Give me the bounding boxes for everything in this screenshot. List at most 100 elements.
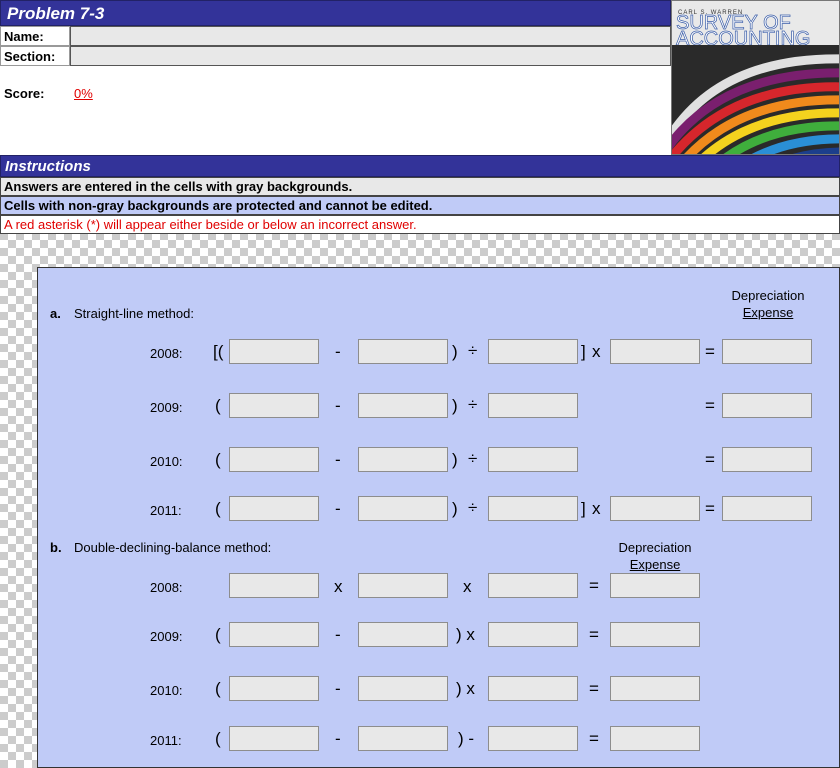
open-bracket-paren: [( <box>213 342 224 361</box>
times-sign: x <box>592 342 601 361</box>
equals-sign: = <box>589 625 599 644</box>
minus-sign: - <box>335 625 341 644</box>
open-paren: ( <box>215 679 221 698</box>
a2011-life-input[interactable] <box>488 496 578 521</box>
equals-sign: = <box>705 450 715 469</box>
open-paren: ( <box>215 625 221 644</box>
close-paren: ) <box>452 450 458 469</box>
score-label: Score: <box>4 86 45 101</box>
open-paren: ( <box>215 729 221 748</box>
score-value: 0% <box>74 86 93 101</box>
a2008-residual-input[interactable] <box>358 339 448 364</box>
a2011-cost-input[interactable] <box>229 496 319 521</box>
section-field[interactable] <box>70 46 671 66</box>
part-b-year-2010: 2010: <box>150 683 183 698</box>
a2009-life-input[interactable] <box>488 393 578 418</box>
part-b-letter: b. <box>50 540 62 555</box>
a2011-expense-input[interactable] <box>722 496 812 521</box>
open-paren: ( <box>215 396 221 415</box>
equals-sign: = <box>589 576 599 595</box>
b2009-cost-input[interactable] <box>229 622 319 647</box>
divide-sign: ÷ <box>468 395 478 414</box>
b2008-book-value-input[interactable] <box>229 573 319 598</box>
b2008-rate-input[interactable] <box>358 573 448 598</box>
close-paren-minus: ) - <box>458 729 475 748</box>
b2011-residual-input[interactable] <box>488 726 578 751</box>
a2009-expense-input[interactable] <box>722 393 812 418</box>
b2009-expense-input[interactable] <box>610 622 700 647</box>
minus-sign: - <box>335 729 341 748</box>
b2010-cost-input[interactable] <box>229 676 319 701</box>
score-area <box>0 66 671 155</box>
a2011-fraction-input[interactable] <box>610 496 700 521</box>
part-b-header-depreciation: Depreciation <box>618 540 692 555</box>
part-b-title: Double-declining-balance method: <box>74 540 272 555</box>
equals-sign: = <box>589 679 599 698</box>
b2011-accum-input[interactable] <box>358 726 448 751</box>
a2009-residual-input[interactable] <box>358 393 448 418</box>
instruction-line-1: Answers are entered in the cells with gr… <box>0 177 840 196</box>
a2010-cost-input[interactable] <box>229 447 319 472</box>
times-sign: x <box>334 577 343 596</box>
close-paren-times: ) x <box>456 679 475 698</box>
name-field[interactable] <box>70 26 671 46</box>
part-a-letter: a. <box>50 306 61 321</box>
times-sign: x <box>463 577 472 596</box>
a2010-life-input[interactable] <box>488 447 578 472</box>
b2008-expense-input[interactable] <box>610 573 700 598</box>
part-a-year-2008: 2008: <box>150 346 183 361</box>
b2009-accum-input[interactable] <box>358 622 448 647</box>
a2010-expense-input[interactable] <box>722 447 812 472</box>
part-a-header-expense: Expense <box>742 305 794 320</box>
part-b-year-2008: 2008: <box>150 580 183 595</box>
part-a-header-depreciation: Depreciation <box>731 288 805 303</box>
part-b-year-2011: 2011: <box>150 733 182 748</box>
minus-sign: - <box>335 396 341 415</box>
part-a-title: Straight-line method: <box>74 306 194 321</box>
b2011-expense-input[interactable] <box>610 726 700 751</box>
problem-panel: a. Straight-line method: Depreciation Ex… <box>37 267 840 768</box>
a2008-expense-input[interactable] <box>722 339 812 364</box>
times-sign: x <box>592 499 601 518</box>
book-cover-image: CARL S. WARREN SURVEY OF ACCOUNTING <box>671 0 840 155</box>
close-paren-times: ) x <box>456 625 475 644</box>
name-label: Name: <box>0 26 70 46</box>
b2011-cost-input[interactable] <box>229 726 319 751</box>
close-paren: ) <box>452 396 458 415</box>
instruction-line-2: Cells with non-gray backgrounds are prot… <box>0 196 840 215</box>
minus-sign: - <box>335 342 341 361</box>
b2010-accum-input[interactable] <box>358 676 448 701</box>
a2008-cost-input[interactable] <box>229 339 319 364</box>
part-a-year-2011: 2011: <box>150 503 182 518</box>
close-bracket: ] <box>581 342 586 361</box>
problem-title: Problem 7-3 <box>0 0 671 26</box>
close-paren: ) <box>452 342 458 361</box>
equals-sign: = <box>589 729 599 748</box>
divide-sign: ÷ <box>468 498 478 517</box>
minus-sign: - <box>335 450 341 469</box>
close-bracket: ] <box>581 499 586 518</box>
part-b-header-expense: Expense <box>629 557 681 572</box>
instructions-title: Instructions <box>0 155 840 177</box>
b2008-fraction-input[interactable] <box>488 573 578 598</box>
a2009-cost-input[interactable] <box>229 393 319 418</box>
a2008-fraction-input[interactable] <box>610 339 700 364</box>
b2009-rate-input[interactable] <box>488 622 578 647</box>
minus-sign: - <box>335 679 341 698</box>
open-paren: ( <box>215 499 221 518</box>
b2010-expense-input[interactable] <box>610 676 700 701</box>
book-swirl-graphic <box>672 45 839 154</box>
divide-sign: ÷ <box>468 449 478 468</box>
equals-sign: = <box>705 396 715 415</box>
minus-sign: - <box>335 499 341 518</box>
a2008-life-input[interactable] <box>488 339 578 364</box>
part-b-year-2009: 2009: <box>150 629 183 644</box>
open-paren: ( <box>215 450 221 469</box>
close-paren: ) <box>452 499 458 518</box>
divide-sign: ÷ <box>468 341 478 360</box>
equals-sign: = <box>705 499 715 518</box>
b2010-rate-input[interactable] <box>488 676 578 701</box>
equals-sign: = <box>705 342 715 361</box>
a2011-residual-input[interactable] <box>358 496 448 521</box>
a2010-residual-input[interactable] <box>358 447 448 472</box>
